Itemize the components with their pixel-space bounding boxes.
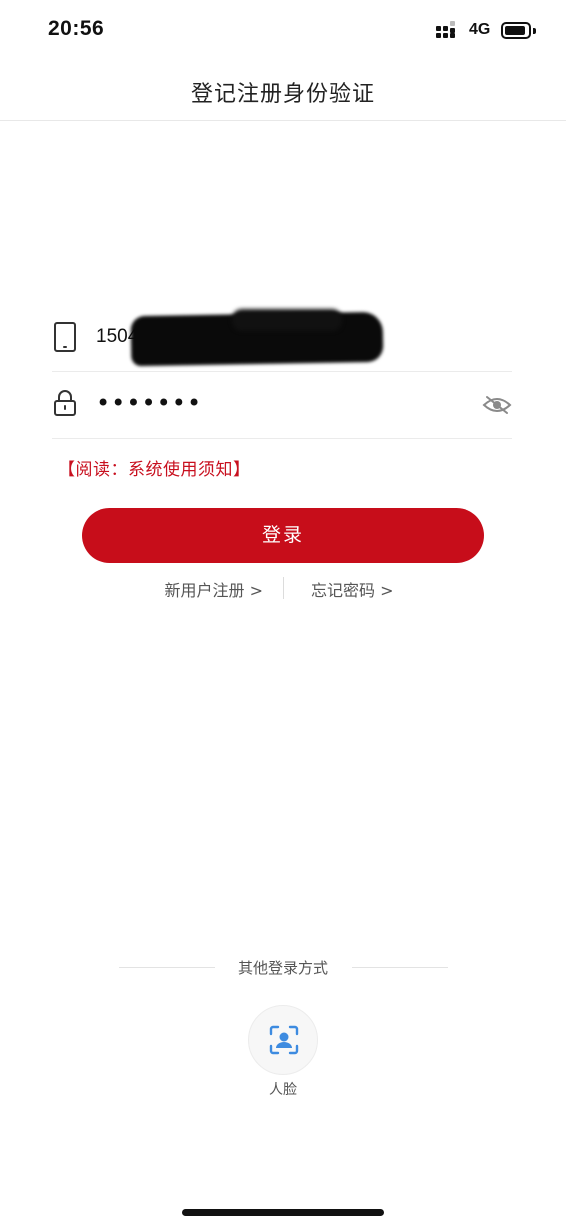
signal-icon bbox=[436, 21, 462, 40]
status-time: 20:56 bbox=[48, 17, 105, 40]
secondary-links: 新用户注册 > 忘记密码 > bbox=[0, 575, 566, 601]
register-link[interactable]: 新用户注册 > bbox=[165, 577, 264, 601]
link-separator bbox=[283, 577, 284, 599]
phone-icon bbox=[54, 322, 76, 352]
battery-icon bbox=[501, 22, 531, 39]
face-scan-icon bbox=[269, 1025, 299, 1055]
divider-right bbox=[352, 967, 448, 968]
page-title: 登记注册身份验证 bbox=[190, 82, 375, 107]
forgot-password-link[interactable]: 忘记密码 > bbox=[311, 577, 394, 601]
network-type: 4G bbox=[469, 21, 491, 38]
login-button[interactable]: 登录 bbox=[82, 508, 484, 563]
home-indicator[interactable] bbox=[182, 1209, 384, 1216]
password-input-value[interactable]: ••••••• bbox=[96, 389, 202, 417]
redaction-mark bbox=[232, 309, 342, 331]
lock-icon bbox=[53, 389, 77, 417]
status-bar: 20:56 4G bbox=[0, 0, 566, 62]
field-divider bbox=[52, 438, 512, 439]
phone-field[interactable]: 1504 bbox=[52, 306, 512, 372]
battery-cap bbox=[533, 28, 536, 34]
eye-hidden-icon[interactable] bbox=[482, 394, 512, 416]
face-login-label: 人脸 bbox=[269, 1082, 297, 1098]
face-login-button[interactable] bbox=[248, 1005, 318, 1075]
password-field[interactable]: ••••••• bbox=[52, 372, 512, 439]
other-login-title: 其他登录方式 bbox=[237, 959, 328, 977]
nav-divider bbox=[0, 120, 566, 121]
usage-notice-link[interactable]: 【阅读：系统使用须知】 bbox=[58, 455, 251, 480]
